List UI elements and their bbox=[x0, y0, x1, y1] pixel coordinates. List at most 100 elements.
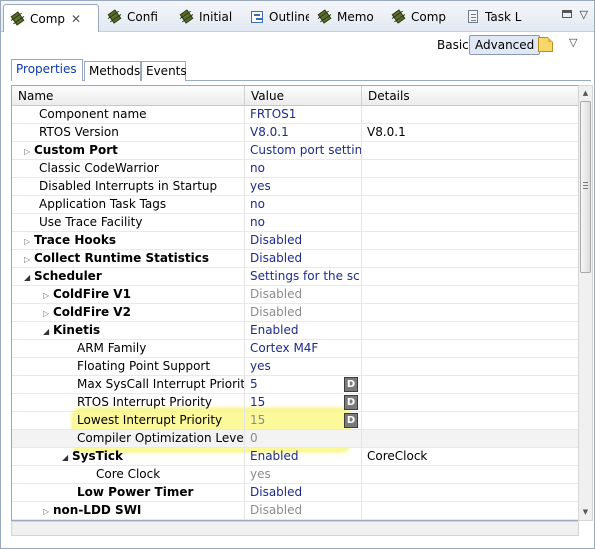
table-row[interactable]: Component name FRTOS1 bbox=[12, 106, 578, 124]
property-name: Max SysCall Interrupt Priority bbox=[77, 377, 244, 391]
table-row[interactable]: ▷ Collect Runtime Statistics Disabled bbox=[12, 250, 578, 268]
table-row[interactable]: ◢ SysTick Enabled CoreClock bbox=[12, 448, 578, 466]
scrollbar-thumb[interactable] bbox=[580, 101, 591, 273]
property-value[interactable]: Disabled bbox=[244, 250, 361, 268]
property-name: SysTick bbox=[72, 449, 123, 463]
property-value[interactable]: Disabled bbox=[244, 484, 361, 502]
horizontal-scrollbar[interactable] bbox=[11, 521, 579, 536]
minimize-icon[interactable] bbox=[562, 10, 572, 18]
property-name: Compiler Optimization Level bbox=[77, 431, 244, 445]
property-value[interactable]: no bbox=[244, 196, 361, 214]
chevron-down-icon[interactable]: ▽ bbox=[569, 36, 577, 49]
property-value[interactable]: no bbox=[244, 160, 361, 178]
property-value[interactable]: 0 bbox=[244, 430, 361, 448]
property-name: RTOS Version bbox=[39, 125, 119, 139]
collapse-arrow-icon[interactable]: ◢ bbox=[62, 449, 72, 466]
property-details bbox=[361, 340, 578, 358]
table-row[interactable]: Low Power Timer Disabled bbox=[12, 484, 578, 502]
property-name: Low Power Timer bbox=[77, 485, 194, 499]
table-row[interactable]: ▷Custom Port Custom port settin... bbox=[12, 142, 578, 160]
collapse-arrow-icon[interactable]: ◢ bbox=[24, 269, 34, 286]
table-row[interactable]: ◢ Scheduler Settings for the sc... bbox=[12, 268, 578, 286]
property-name: non-LDD SWI bbox=[53, 503, 142, 517]
property-value[interactable]: Cortex M4F bbox=[244, 340, 361, 358]
tab-component-inspector[interactable]: Comp ✕ bbox=[3, 4, 99, 32]
property-value[interactable]: Disabled bbox=[244, 502, 361, 520]
property-value[interactable]: yes bbox=[244, 358, 361, 376]
view-menu-icon[interactable]: ▽ bbox=[580, 8, 588, 21]
property-name: Disabled Interrupts in Startup bbox=[39, 179, 218, 193]
advanced-mode-button[interactable]: Advanced bbox=[469, 35, 541, 55]
tab-initialization[interactable]: Initial bbox=[173, 5, 241, 29]
tab-configurations[interactable]: Confi bbox=[101, 5, 171, 29]
column-header-name[interactable]: Name bbox=[12, 86, 244, 106]
table-row[interactable]: ▷ Trace Hooks Disabled bbox=[12, 232, 578, 250]
vertical-scrollbar[interactable]: ▲ ▼ bbox=[578, 85, 593, 521]
property-value[interactable]: V8.0.1 bbox=[244, 124, 361, 142]
expand-arrow-icon[interactable]: ▷ bbox=[24, 143, 34, 160]
table-row[interactable]: Classic CodeWarrior no bbox=[12, 160, 578, 178]
collapse-arrow-icon[interactable]: ◢ bbox=[43, 323, 53, 340]
property-value[interactable]: Enabled bbox=[244, 448, 361, 466]
tab-properties[interactable]: Properties bbox=[11, 59, 83, 81]
tab-events[interactable]: Events bbox=[141, 61, 187, 81]
tab-methods[interactable]: Methods bbox=[84, 61, 141, 81]
property-details bbox=[361, 502, 578, 520]
property-value[interactable]: no bbox=[244, 214, 361, 232]
default-value-button[interactable]: D bbox=[344, 377, 358, 392]
default-value-button[interactable]: D bbox=[344, 395, 358, 410]
property-name-cell: ▷ ColdFire V2 bbox=[12, 304, 244, 322]
tab-memory-map[interactable]: Memo bbox=[311, 5, 383, 29]
expand-arrow-icon[interactable]: ▷ bbox=[24, 251, 34, 268]
expand-arrow-icon[interactable]: ▷ bbox=[43, 287, 53, 304]
property-value[interactable]: Disabled bbox=[244, 286, 361, 304]
property-value[interactable]: yes bbox=[244, 178, 361, 196]
table-header: Name Value Details bbox=[12, 86, 578, 106]
table-row[interactable]: Disabled Interrupts in Startup yes bbox=[12, 178, 578, 196]
tab-outline[interactable]: Outline bbox=[243, 5, 309, 29]
table-row[interactable]: ▷ non-LDD SWI Disabled bbox=[12, 502, 578, 520]
help-note-icon[interactable] bbox=[538, 37, 553, 52]
property-name: Use Trace Facility bbox=[39, 215, 143, 229]
column-header-details[interactable]: Details bbox=[361, 86, 578, 106]
close-icon[interactable]: ✕ bbox=[71, 12, 81, 26]
table-row[interactable]: ◢ Kinetis Enabled bbox=[12, 322, 578, 340]
table-row[interactable]: Max SysCall Interrupt Priority 5 D bbox=[12, 376, 578, 394]
property-name-cell: ◢ Kinetis bbox=[12, 322, 244, 340]
table-row[interactable]: Use Trace Facility no bbox=[12, 214, 578, 232]
expand-arrow-icon[interactable]: ▷ bbox=[43, 305, 53, 322]
tab-label: Confi bbox=[127, 10, 158, 24]
table-row[interactable]: Application Task Tags no bbox=[12, 196, 578, 214]
property-value[interactable]: Custom port settin... bbox=[244, 142, 361, 160]
property-value[interactable]: Enabled bbox=[244, 322, 361, 340]
component-chip-icon bbox=[317, 9, 333, 25]
table-row[interactable]: Compiler Optimization Level 0 bbox=[12, 430, 578, 448]
component-chip-icon bbox=[107, 9, 123, 25]
expand-arrow-icon[interactable]: ▷ bbox=[24, 233, 34, 250]
table-row[interactable]: RTOS Version V8.0.1 V8.0.1 bbox=[12, 124, 578, 142]
table-row[interactable]: Floating Point Support yes bbox=[12, 358, 578, 376]
scroll-up-arrow-icon[interactable]: ▲ bbox=[579, 86, 592, 101]
table-row[interactable]: Core Clock yes bbox=[12, 466, 578, 484]
property-value[interactable]: Settings for the sc... bbox=[244, 268, 361, 286]
table-row[interactable]: ▷ ColdFire V1 Disabled bbox=[12, 286, 578, 304]
property-value[interactable]: yes bbox=[244, 466, 361, 484]
expand-arrow-icon[interactable]: ▷ bbox=[43, 503, 53, 520]
property-value[interactable]: FRTOS1 bbox=[244, 106, 361, 124]
property-details bbox=[361, 466, 578, 484]
property-value[interactable]: Disabled bbox=[244, 304, 361, 322]
scroll-down-arrow-icon[interactable]: ▼ bbox=[579, 505, 592, 520]
property-tabs: Properties Methods Events bbox=[11, 59, 591, 81]
property-details: V8.0.1 bbox=[361, 124, 578, 142]
tab-task-list[interactable]: Task L bbox=[459, 5, 531, 29]
column-header-value[interactable]: Value bbox=[244, 86, 361, 106]
tab-components[interactable]: Comp bbox=[385, 5, 457, 29]
tab-label: Memo bbox=[337, 10, 374, 24]
default-value-button[interactable]: D bbox=[344, 413, 358, 428]
table-row[interactable]: Lowest Interrupt Priority 15 D bbox=[12, 412, 578, 430]
table-row[interactable]: RTOS Interrupt Priority 15 D bbox=[12, 394, 578, 412]
table-row[interactable]: ARM Family Cortex M4F bbox=[12, 340, 578, 358]
table-row[interactable]: ▷ ColdFire V2 Disabled bbox=[12, 304, 578, 322]
property-name: RTOS Interrupt Priority bbox=[77, 395, 213, 409]
property-value[interactable]: Disabled bbox=[244, 232, 361, 250]
